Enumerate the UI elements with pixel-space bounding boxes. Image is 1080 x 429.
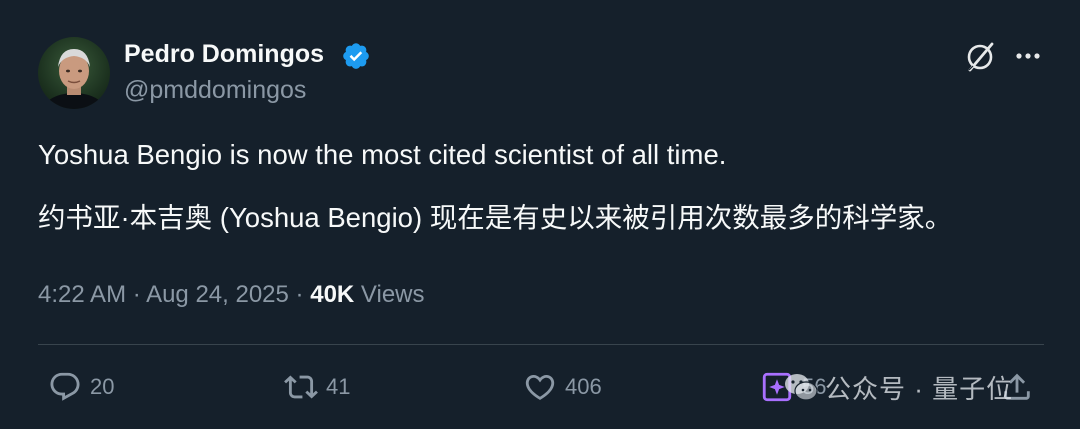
tweet-date[interactable]: Aug 24, 2025 — [146, 281, 289, 308]
tweet-text-chinese: 约书亚·本吉奥 (Yoshua Bengio) 现在是有史以来被引用次数最多的科… — [38, 202, 953, 233]
watermark: 公众号 · 量子位 — [783, 367, 1013, 407]
divider — [38, 344, 1044, 345]
tweet-meta: 4:22 AM · Aug 24, 2025 · 40K Views — [38, 281, 425, 309]
views-label: Views — [360, 281, 425, 308]
tweet-text-english: Yoshua Bengio is now the most cited scie… — [38, 139, 727, 170]
author-handle[interactable]: @pmddomingos — [124, 76, 306, 105]
views-count: 40K — [310, 281, 355, 308]
retweet-count: 41 — [326, 374, 351, 399]
meta-separator: · — [295, 281, 304, 308]
more-icon[interactable] — [1012, 40, 1044, 72]
like-count: 406 — [565, 374, 602, 399]
avatar[interactable] — [38, 37, 110, 109]
reply-button[interactable]: 20 — [48, 367, 114, 407]
grok-icon[interactable] — [962, 40, 998, 74]
author-name[interactable]: Pedro Domingos — [124, 40, 324, 69]
meta-separator: · — [132, 281, 141, 308]
tweet-card: Pedro Domingos @pmddomingos Yoshua Bengi… — [0, 0, 1080, 429]
reply-icon — [50, 372, 80, 401]
tweet-time[interactable]: 4:22 AM — [38, 281, 126, 308]
retweet-button[interactable]: 41 — [284, 367, 350, 407]
like-button[interactable]: 406 — [523, 367, 602, 407]
verified-badge-icon — [341, 41, 371, 71]
watermark-text: 公众号 · 量子位 — [825, 373, 1014, 404]
retweet-icon — [284, 375, 318, 399]
like-icon — [525, 374, 555, 400]
reply-count: 20 — [90, 374, 115, 399]
wechat-icon — [785, 374, 818, 401]
